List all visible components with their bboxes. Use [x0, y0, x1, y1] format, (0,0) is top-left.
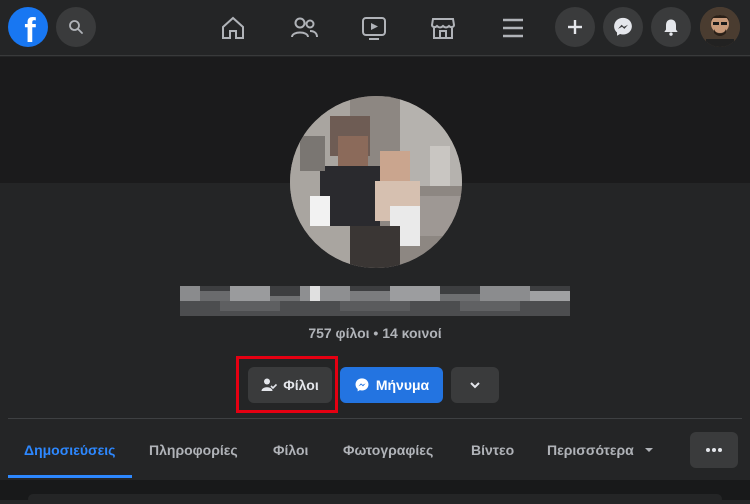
divider [8, 418, 742, 419]
more-actions-button[interactable] [451, 367, 499, 403]
profile-options-button[interactable] [690, 432, 738, 468]
tab-friends[interactable]: Φίλοι [273, 428, 308, 472]
active-tab-indicator [8, 475, 132, 478]
avatar-image [700, 7, 740, 47]
marketplace-button[interactable] [425, 10, 461, 46]
search-button[interactable] [56, 7, 96, 47]
home-icon [222, 16, 244, 39]
notifications-icon [664, 19, 678, 36]
tab-photos[interactable]: Φωτογραφίες [343, 428, 433, 472]
message-button[interactable]: Μήνυμα [340, 367, 443, 403]
profile-name-redacted [180, 286, 570, 316]
messenger-icon [614, 17, 632, 36]
message-label: Μήνυμα [375, 377, 430, 393]
caret-down-icon [644, 448, 653, 452]
create-button[interactable] [555, 7, 595, 47]
tab-about[interactable]: Πληροφορίες [149, 428, 238, 472]
pixelated-name [180, 286, 570, 316]
tab-videos[interactable]: Βίντεο [471, 428, 514, 472]
menu-button[interactable] [495, 10, 531, 46]
tab-more[interactable]: Περισσότερα [547, 428, 654, 472]
messenger-button[interactable] [603, 7, 643, 47]
profile-picture-image [290, 96, 462, 268]
more-dots-icon [706, 448, 722, 452]
notifications-button[interactable] [651, 7, 691, 47]
friends-icon [291, 17, 318, 38]
search-icon [69, 20, 83, 34]
friends-nav-button[interactable] [286, 10, 322, 46]
home-button[interactable] [215, 10, 251, 46]
friends-summary[interactable]: 757 φίλοι • 14 κοινοί [0, 325, 750, 341]
watch-icon [362, 17, 386, 40]
facebook-logo[interactable]: f [8, 7, 48, 50]
profile-picture[interactable] [290, 96, 462, 268]
tab-more-label: Περισσότερα [547, 442, 634, 458]
chevron-down-icon [470, 382, 480, 389]
tab-posts[interactable]: Δημοσιεύσεις [24, 428, 115, 472]
account-avatar[interactable] [700, 7, 740, 47]
red-highlight-box [236, 356, 338, 413]
plus-icon [568, 20, 582, 34]
top-navigation-bar: f [0, 0, 750, 56]
menu-icon [503, 18, 523, 38]
logo-letter: f [24, 11, 36, 50]
marketplace-icon [430, 18, 456, 39]
content-card-top [28, 494, 722, 504]
watch-button[interactable] [356, 10, 392, 46]
messenger-icon [355, 378, 369, 392]
